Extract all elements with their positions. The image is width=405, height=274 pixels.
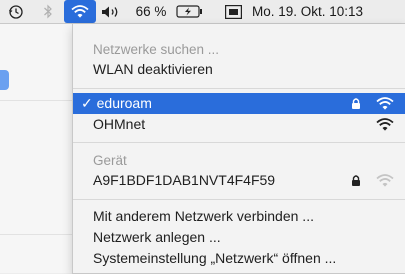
wifi-icon: [71, 5, 89, 18]
wifi-signal-icon: [376, 174, 394, 187]
menu-separator: [73, 199, 405, 200]
keyboard-icon[interactable]: [222, 0, 244, 23]
device-item[interactable]: A9F1BDF1DAB1NVT4F4F59: [73, 170, 405, 191]
menu-separator: [73, 142, 405, 143]
wifi-signal-icon: [376, 97, 394, 110]
background-window: [0, 24, 73, 273]
wifi-signal-icon: [376, 118, 394, 131]
menu-item-join-other-network[interactable]: Mit anderem Netzwerk verbinden ...: [73, 206, 405, 227]
background-divider: [0, 100, 72, 101]
menu-separator: [73, 88, 405, 89]
checkmark-icon: ✓: [81, 95, 97, 111]
wifi-menu-button[interactable]: [64, 0, 96, 23]
menubar-datetime[interactable]: Mo. 19. Okt. 10:13: [252, 0, 402, 23]
time-machine-icon[interactable]: [6, 0, 26, 23]
volume-icon[interactable]: [99, 0, 125, 23]
device-name: A9F1BDF1DAB1NVT4F4F59: [93, 172, 276, 188]
network-name: OHMnet: [93, 116, 146, 132]
bluetooth-icon[interactable]: [40, 0, 56, 23]
menu-item-open-network-preferences[interactable]: Systemeinstellung „Netzwerk“ öffnen ...: [73, 248, 405, 269]
lock-icon: [352, 98, 360, 109]
network-item-ohmnet[interactable]: OHMnet: [73, 114, 405, 135]
devices-header: Gerät: [93, 153, 127, 168]
menu-bar: 66 % Mo. 19. Okt. 10:13: [0, 0, 405, 24]
battery-percent[interactable]: 66 %: [130, 0, 172, 23]
menu-item-create-network[interactable]: Netzwerk anlegen ...: [73, 227, 405, 248]
wifi-dropdown-menu: Netzwerke suchen ... WLAN deaktivieren ✓…: [72, 24, 405, 274]
network-name: eduroam: [96, 95, 152, 111]
battery-icon[interactable]: [174, 0, 204, 23]
background-divider: [0, 234, 72, 235]
lock-icon: [352, 175, 360, 186]
menu-item-searching: Netzwerke suchen ...: [93, 42, 220, 57]
network-item-eduroam[interactable]: ✓ eduroam: [73, 93, 405, 114]
background-highlight: [0, 70, 9, 90]
menu-item-disable-wifi[interactable]: WLAN deaktivieren: [73, 59, 405, 80]
